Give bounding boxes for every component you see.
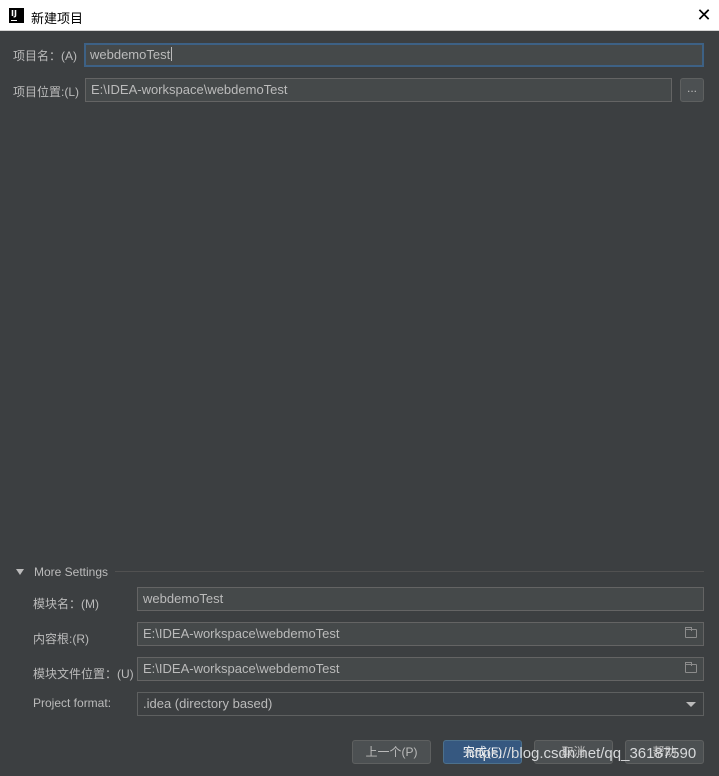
- module-file-location-label: 模块文件位置：(U): [33, 667, 134, 681]
- project-format-label: Project format:: [33, 696, 112, 710]
- content-root-input[interactable]: E:\IDEA-workspace\webdemoTest: [137, 622, 704, 646]
- project-location-input[interactable]: E:\IDEA-workspace\webdemoTest: [85, 78, 672, 102]
- module-file-location-input[interactable]: E:\IDEA-workspace\webdemoTest: [137, 657, 704, 681]
- project-format-value: .idea (directory based): [143, 696, 273, 711]
- module-name-label: 模块名：(M): [33, 597, 99, 611]
- content-root-label: 内容根:(R): [33, 632, 89, 646]
- content-root-value: E:\IDEA-workspace\webdemoTest: [143, 626, 340, 641]
- module-file-location-value: E:\IDEA-workspace\webdemoTest: [143, 661, 340, 676]
- watermark-text: https://blog.csdn.net/qq_36187590: [466, 745, 697, 762]
- project-format-select[interactable]: .idea (directory based): [137, 692, 704, 716]
- project-name-value: webdemoTest: [90, 47, 171, 62]
- project-name-input[interactable]: webdemoTest: [84, 43, 704, 67]
- window-title: 新建项目: [31, 11, 84, 26]
- chevron-down-icon: [686, 702, 696, 707]
- intellij-logo-icon: IJ: [9, 8, 24, 23]
- title-bar: IJ 新建项目 ✕: [0, 0, 719, 31]
- section-divider: [115, 571, 704, 572]
- module-name-input[interactable]: webdemoTest: [137, 587, 704, 611]
- folder-icon[interactable]: [685, 662, 697, 673]
- close-icon[interactable]: ✕: [689, 0, 719, 31]
- project-location-label: 项目位置:(L): [13, 85, 80, 99]
- previous-button[interactable]: 上一个(P): [352, 740, 431, 764]
- more-settings-title: More Settings: [34, 565, 109, 579]
- more-settings-toggle[interactable]: More Settings: [16, 565, 704, 579]
- expand-triangle-icon: [16, 569, 24, 575]
- browse-location-button[interactable]: ...: [680, 78, 704, 102]
- text-caret: [171, 47, 173, 61]
- project-name-label: 项目名：(A): [13, 49, 77, 63]
- folder-icon[interactable]: [685, 627, 697, 638]
